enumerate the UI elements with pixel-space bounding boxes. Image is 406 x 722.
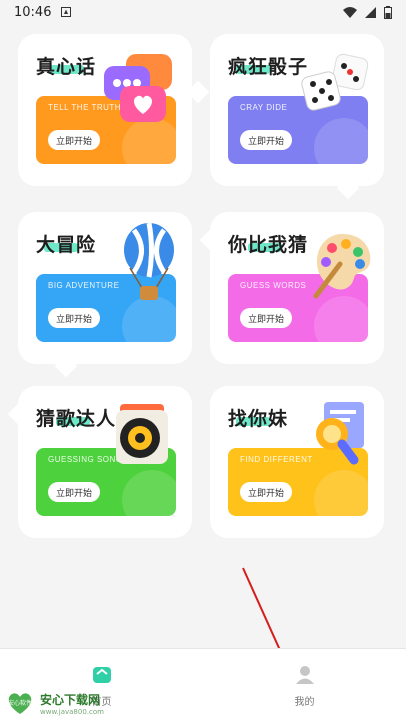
start-button[interactable]: 立即开始 — [240, 482, 292, 502]
watermark-logo-icon: 安心软件 — [8, 693, 32, 714]
start-button[interactable]: 立即开始 — [48, 130, 100, 150]
card-title: 真心话 — [36, 56, 97, 78]
game-card-adventure[interactable]: 大冒险 BIG ADVENTURE 立即开始 — [18, 212, 192, 378]
dice-icon — [298, 52, 374, 122]
status-bar: 10:46 — [0, 0, 406, 24]
watermark-url: www.java800.com — [40, 707, 104, 716]
magnifier-icon — [306, 400, 370, 470]
tab-mine[interactable]: 我的 — [203, 649, 406, 722]
game-card-guess-words[interactable]: 你比我猜 GUESS WORDS 立即开始 — [199, 212, 384, 364]
speaker-icon — [110, 402, 172, 472]
watermark: 安心软件 安心下载网 www.java800.com — [4, 690, 104, 716]
card-title: 猜歌达人 — [36, 408, 117, 430]
card-title: 大冒险 — [36, 234, 97, 256]
card-subtitle: BIG ADVENTURE — [48, 281, 120, 290]
game-card-guess-song[interactable]: 猜歌达人 GUESSING SONG 立即开始 — [7, 386, 192, 538]
chat-heart-icon — [98, 52, 178, 128]
start-button[interactable]: 立即开始 — [240, 130, 292, 150]
card-subtitle: CRAY DIDE — [240, 103, 288, 112]
start-button[interactable]: 立即开始 — [48, 308, 100, 328]
notification-icon — [61, 7, 72, 17]
card-subtitle: FIND DIFFERENT — [240, 455, 313, 464]
game-card-find-different[interactable]: 找你妹 FIND DIFFERENT 立即开始 — [210, 386, 384, 538]
watermark-text: 安心下载网 — [40, 692, 101, 707]
paint-palette-icon — [310, 230, 374, 304]
start-button[interactable]: 立即开始 — [48, 482, 100, 502]
svg-text:安心软件: 安心软件 — [8, 699, 32, 707]
home-icon — [92, 665, 112, 689]
card-title: 你比我猜 — [228, 234, 309, 256]
status-time: 10:46 — [14, 4, 52, 20]
start-button[interactable]: 立即开始 — [240, 308, 292, 328]
game-card-truth[interactable]: 真心话 TELL THE TRUTH 立即开始 — [18, 34, 210, 186]
card-title: 找你妹 — [228, 408, 289, 430]
card-subtitle: GUESS WORDS — [240, 281, 307, 290]
card-title: 疯狂骰子 — [228, 56, 309, 78]
tab-mine-label: 我的 — [294, 697, 315, 708]
game-card-dice[interactable]: 疯狂骰子 CRAY DIDE 立即开始 — [210, 34, 384, 200]
hot-air-balloon-icon — [120, 222, 178, 310]
user-icon — [295, 665, 315, 689]
signal-icon — [365, 6, 376, 18]
battery-icon — [384, 5, 392, 19]
wifi-icon — [343, 6, 357, 18]
